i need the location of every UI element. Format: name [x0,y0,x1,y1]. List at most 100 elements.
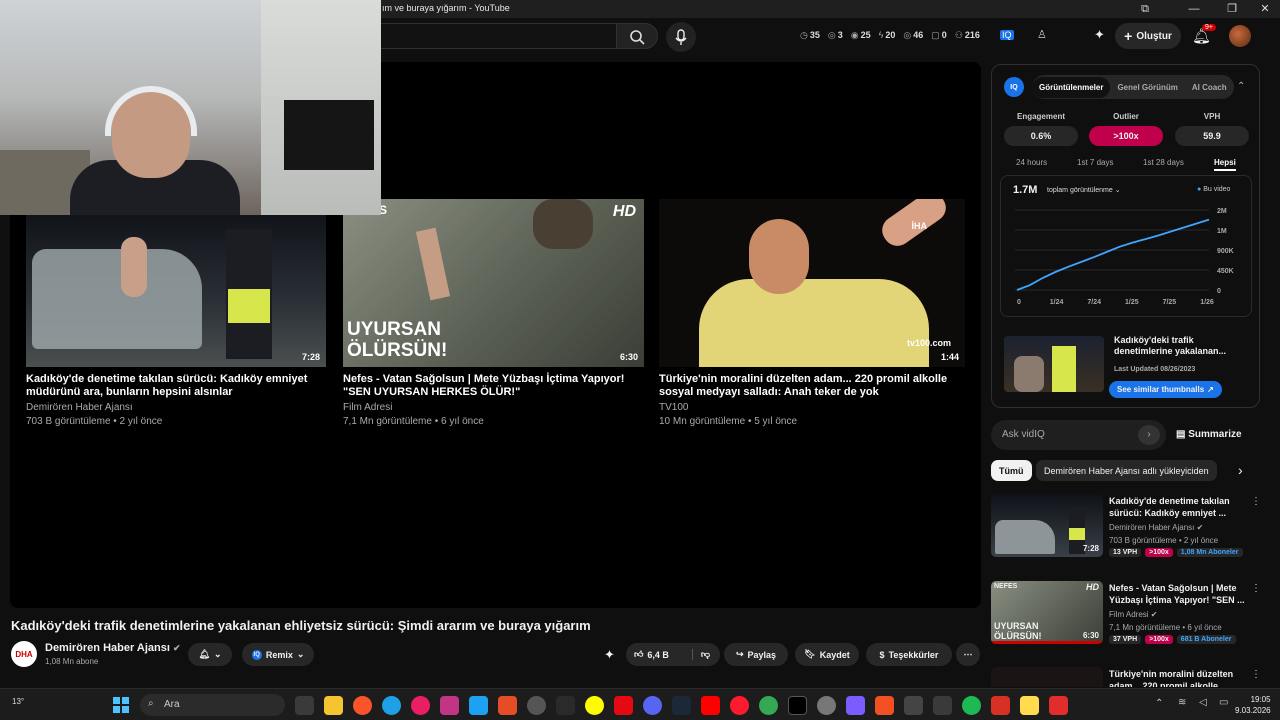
more-icon[interactable]: ⋮ [1251,496,1261,507]
channel-name[interactable]: Demirören Haber Ajansı ✔ [45,642,181,654]
similar-thumbnails-button[interactable]: See similar thumbnalls ↗ [1109,381,1222,398]
yandex-icon[interactable] [1020,696,1039,715]
tab-views[interactable]: Görüntülenmeler [1032,76,1111,98]
netflix-icon[interactable] [614,696,633,715]
chevron-right-icon[interactable]: › [1238,462,1243,478]
video-thumbnail[interactable]: İHA tv100.com 1:44 [659,199,965,367]
vidiq-icon[interactable]: IQ [1000,30,1014,40]
create-button[interactable]: + Oluştur [1115,23,1181,49]
app-icon[interactable] [991,696,1010,715]
end-screen-card[interactable]: 7:28 Kadıköy'de denetime takılan sürücü:… [26,199,326,427]
chrome-icon[interactable] [759,696,778,715]
recommendation-item[interactable]: 7:28 Kadıköy'de denetime takılan sürücü:… [991,494,1261,566]
rec-title[interactable]: Kadıköy'de denetime takılan sürücü: Kadı… [1109,495,1245,519]
views-dropdown[interactable]: toplam görüntülenme ⌄ [1047,186,1121,194]
video-thumbnail[interactable]: 7:28 [991,494,1103,557]
range-28d[interactable]: 1st 28 days [1143,158,1184,167]
card-channel[interactable]: Film Adresi [343,402,644,413]
channel-avatar[interactable]: DHA [11,641,37,667]
end-screen-card[interactable]: NEFES HD UYURSAN ÖLÜRSÜN! 6:30 Nefes - V… [343,199,644,427]
rec-channel[interactable]: Film Adresi ✔ [1109,610,1158,619]
maximize-button[interactable]: ❐ [1221,1,1243,17]
brave-icon[interactable] [353,696,372,715]
save-button[interactable]: 🔖︎ Kaydet [795,643,859,666]
media-icon[interactable] [411,696,430,715]
trophy-icon[interactable]: ♙ [1037,28,1047,41]
account-avatar[interactable] [1229,25,1251,47]
more-icon[interactable]: ⋮ [1251,669,1261,680]
summarize-button[interactable]: ▤ Summarize [1176,429,1242,440]
sparkle-icon[interactable]: ✦ [1094,27,1105,43]
recommendation-item[interactable]: Türkiye'nin moralini düzelten adam... 22… [991,667,1261,687]
taskbar-search[interactable]: ⌕ Ara [140,694,285,716]
notification-bell-button[interactable]: 🔔︎ ⌄ [188,643,232,666]
share-button[interactable]: ↪ Paylaş [724,643,788,666]
sparkle-icon[interactable]: ✦ [604,647,615,663]
app-icon[interactable] [498,696,517,715]
remix-button[interactable]: IQ Remix ⌄ [242,643,314,666]
epic-games-icon[interactable] [556,696,575,715]
taskbar-clock[interactable]: 19:05 9.03.2026 [1235,694,1271,716]
card-title[interactable]: Nefes - Vatan Sağolsun | Mete Yüzbaşı İç… [343,373,644,399]
file-explorer-icon[interactable] [324,696,343,715]
windows-start-icon[interactable] [113,697,129,713]
tab-ai-coach[interactable]: AI Coach [1185,77,1234,98]
rec-title[interactable]: Türkiye'nin moralini düzelten adam... 22… [1109,668,1245,687]
card-title[interactable]: Kadıköy'de denetime takılan sürücü: Kadı… [26,373,326,399]
app-icon[interactable] [1049,696,1068,715]
more-actions-button[interactable]: ⋯ [956,643,980,666]
range-7d[interactable]: 1st 7 days [1077,158,1113,167]
card-channel[interactable]: TV100 [659,402,965,413]
tiktok-icon[interactable] [788,696,807,715]
snapchat-icon[interactable] [585,696,604,715]
window-title: ım ve buraya yığarım - YouTube [382,3,510,13]
vidiq-thumbnail[interactable] [1004,336,1104,392]
extensions-icon[interactable]: ⧉ [1134,1,1156,17]
task-view-icon[interactable] [295,696,314,715]
discord-icon[interactable] [643,696,662,715]
wifi-icon[interactable]: ≋ [1178,697,1186,708]
app-icon[interactable] [904,696,923,715]
search-button[interactable] [616,23,658,49]
like-button[interactable]: 👍︎ 6,4 B 👎︎ [626,643,720,666]
volume-icon[interactable]: ◁ [1199,697,1207,708]
youtube-icon[interactable] [701,696,720,715]
spotify-icon[interactable] [962,696,981,715]
more-icon[interactable]: ⋮ [1251,583,1261,594]
card-channel[interactable]: Demirören Haber Ajansı [26,402,326,413]
app-icon[interactable] [817,696,836,715]
voice-search-button[interactable] [666,22,696,52]
twitter-icon[interactable] [469,696,488,715]
range-all[interactable]: Hepsi [1214,158,1236,171]
steam-icon[interactable] [672,696,691,715]
end-screen-card[interactable]: İHA tv100.com 1:44 Türkiye'nin moralini … [659,199,965,427]
video-thumbnail[interactable]: NEFES HD UYURSAN ÖLÜRSÜN! 6:30 [343,199,644,367]
rec-channel[interactable]: Demirören Haber Ajansı ✔ [1109,523,1203,532]
chip-all[interactable]: Tümü [991,460,1032,481]
battery-icon[interactable]: ▭ [1219,697,1228,708]
card-title[interactable]: Türkiye'nin moralini düzelten adam... 22… [659,373,965,399]
edge-icon[interactable] [382,696,401,715]
app-icon[interactable] [846,696,865,715]
video-thumbnail[interactable] [991,667,1103,687]
chevron-up-icon[interactable]: ⌃ [1237,81,1245,92]
minimize-button[interactable]: — [1183,1,1205,17]
chevron-up-icon[interactable]: ⌃ [1155,698,1163,709]
office-icon[interactable] [875,696,894,715]
close-button[interactable]: ✕ [1254,1,1276,17]
rec-badges: 13 VPH >100x 1,08 Mn Aboneler [1109,548,1243,557]
thanks-button[interactable]: $ Teşekkürler [866,643,952,666]
tab-overview[interactable]: Genel Görünüm [1110,77,1184,98]
app-icon[interactable] [933,696,952,715]
recommendation-item[interactable]: NEFES HD UYURSAN ÖLÜRSÜN! 6:30 Nefes - Va… [991,581,1261,653]
range-24h[interactable]: 24 hours [1016,158,1047,167]
instagram-icon[interactable] [440,696,459,715]
chevron-right-icon[interactable]: › [1138,425,1160,445]
video-thumbnail[interactable]: NEFES HD UYURSAN ÖLÜRSÜN! 6:30 [991,581,1103,644]
speedometer-icon[interactable] [527,696,546,715]
chip-uploader[interactable]: Demirören Haber Ajansı adlı yükleyiciden [1036,460,1217,481]
weather-widget[interactable]: 13° [12,697,24,706]
opera-icon[interactable] [730,696,749,715]
rec-title[interactable]: Nefes - Vatan Sağolsun | Mete Yüzbaşı İç… [1109,582,1245,606]
video-thumbnail[interactable]: 7:28 [26,199,326,367]
